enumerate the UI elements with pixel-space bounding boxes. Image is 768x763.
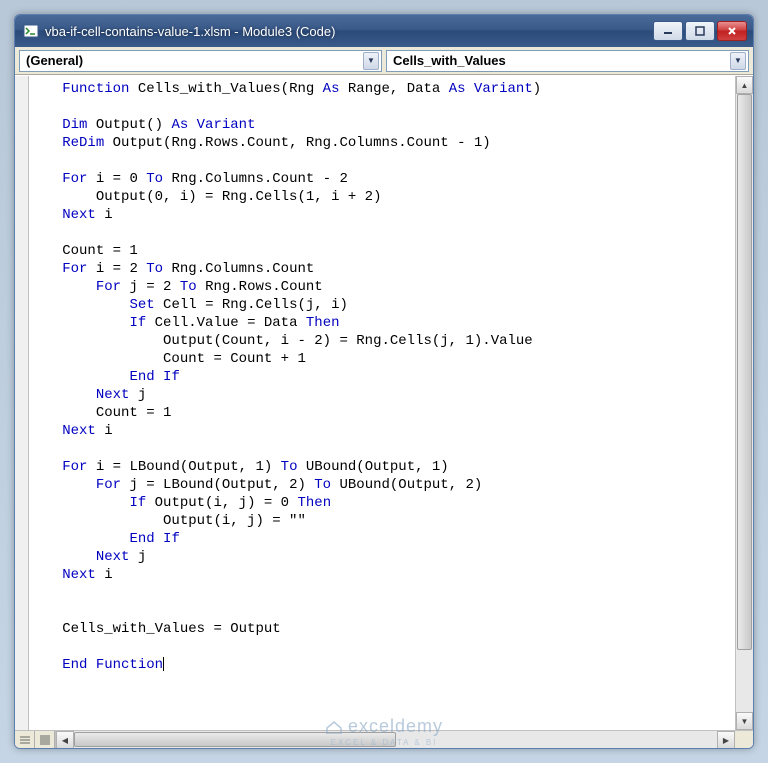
object-dropdown-label: (General) xyxy=(26,53,363,68)
dropdown-bar: (General) ▼ Cells_with_Values ▼ xyxy=(15,47,753,75)
code-window: vba-if-cell-contains-value-1.xlsm - Modu… xyxy=(14,14,754,749)
window-title: vba-if-cell-contains-value-1.xlsm - Modu… xyxy=(45,24,653,39)
object-dropdown[interactable]: (General) ▼ xyxy=(19,50,382,72)
vba-module-icon xyxy=(23,23,39,39)
hscroll-thumb[interactable] xyxy=(74,732,396,747)
margin-indicator-bar[interactable] xyxy=(15,76,29,730)
procedure-dropdown[interactable]: Cells_with_Values ▼ xyxy=(386,50,749,72)
procedure-dropdown-label: Cells_with_Values xyxy=(393,53,730,68)
full-module-view-button[interactable] xyxy=(35,731,55,749)
chevron-down-icon: ▼ xyxy=(363,52,379,70)
window-controls xyxy=(653,21,747,41)
scroll-up-button[interactable]: ▲ xyxy=(736,76,753,94)
horizontal-scrollbar[interactable]: ◀ ▶ xyxy=(56,731,735,748)
scroll-down-button[interactable]: ▼ xyxy=(736,712,753,730)
code-editor[interactable]: Function Cells_with_Values(Rng As Range,… xyxy=(29,76,735,730)
close-button[interactable] xyxy=(717,21,747,41)
chevron-down-icon: ▼ xyxy=(730,52,746,70)
scroll-left-button[interactable]: ◀ xyxy=(56,731,74,749)
vertical-scrollbar[interactable]: ▲ ▼ xyxy=(735,76,753,730)
hscroll-track[interactable] xyxy=(74,731,717,748)
view-mode-buttons xyxy=(15,731,56,748)
scroll-corner xyxy=(735,731,753,748)
maximize-button[interactable] xyxy=(685,21,715,41)
titlebar[interactable]: vba-if-cell-contains-value-1.xlsm - Modu… xyxy=(15,15,753,47)
code-area: Function Cells_with_Values(Rng As Range,… xyxy=(15,75,753,730)
minimize-button[interactable] xyxy=(653,21,683,41)
bottom-bar: ◀ ▶ xyxy=(15,730,753,748)
vscroll-track[interactable] xyxy=(736,94,753,712)
procedure-view-button[interactable] xyxy=(15,731,35,749)
scroll-right-button[interactable]: ▶ xyxy=(717,731,735,749)
vscroll-thumb[interactable] xyxy=(737,94,752,650)
